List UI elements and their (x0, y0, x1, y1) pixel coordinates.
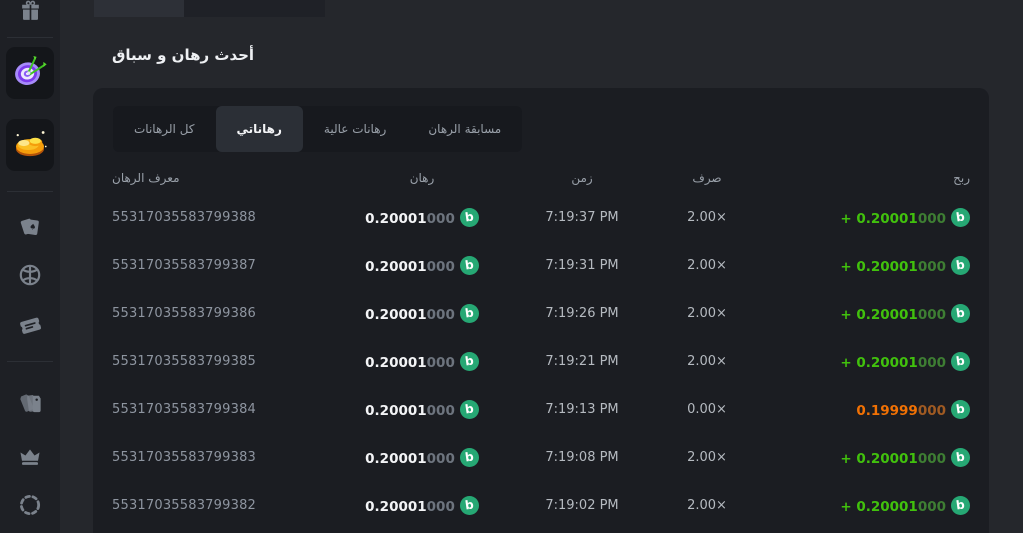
bcd-coin-icon: b (951, 208, 970, 227)
gold-coins-icon (9, 122, 51, 168)
bet-slip-icon (17, 312, 44, 339)
bet-time: 7:19:37 PM (545, 210, 618, 225)
table-row[interactable]: 55317035583799382 0.20001000 b 7:19:02 P… (93, 481, 989, 529)
bets-tab[interactable]: رهاناتي (216, 106, 303, 152)
bet-id: 55317035583799388 (112, 210, 256, 225)
sidebar-item-vip[interactable] (0, 442, 60, 470)
bets-table-body: 55317035583799388 0.20001000 b 7:19:37 P… (93, 193, 989, 529)
header-payout: صرف (692, 171, 721, 185)
bets-tab[interactable]: رهانات عالية (303, 106, 407, 152)
bets-tab[interactable]: كل الرهانات (113, 106, 216, 152)
bet-id: 55317035583799382 (112, 498, 256, 513)
sidebar-item-fairness[interactable] (0, 491, 60, 519)
bet-id: 55317035583799383 (112, 450, 256, 465)
page-title: أحدث رهان و سباق (112, 46, 254, 64)
bets-tabs: كل الرهانات رهاناتي رهانات عالية مسابقة … (113, 106, 522, 152)
bet-id: 55317035583799384 (112, 402, 256, 417)
sidebar-item-shop[interactable] (0, 388, 60, 416)
bet-profit: + 0.20001000 b (840, 448, 970, 467)
bet-amount: 0.20001000 b (365, 496, 479, 515)
bet-profit: + 0.20001000 b (840, 496, 970, 515)
sidebar-divider (7, 37, 53, 38)
bet-time: 7:19:13 PM (545, 402, 618, 417)
bcd-coin-icon: b (951, 400, 970, 419)
bcd-coin-icon: b (951, 448, 970, 467)
bcd-coin-icon: b (460, 256, 479, 275)
dart-target-icon (10, 51, 50, 95)
bet-time: 7:19:02 PM (545, 498, 618, 513)
bcd-coin-icon: b (951, 352, 970, 371)
tab-label: رهاناتي (237, 122, 282, 136)
bet-profit: + 0.20001000 b (840, 352, 970, 371)
bcd-coin-icon: b (951, 256, 970, 275)
sidebar-item-sports[interactable] (0, 261, 60, 289)
bet-payout: 2.00× (687, 306, 727, 321)
sidebar-item-coins-game[interactable] (6, 119, 54, 171)
bet-amount: 0.20001000 b (365, 208, 479, 227)
vip-crown-icon (17, 443, 43, 469)
bet-amount: 0.20001000 b (365, 352, 479, 371)
bcd-coin-icon: b (460, 400, 479, 419)
bet-amount: 0.20001000 b (365, 400, 479, 419)
tab-label: كل الرهانات (134, 122, 195, 136)
bet-time: 7:19:31 PM (545, 258, 618, 273)
sidebar (0, 0, 60, 533)
bet-profit: + 0.20001000 b (840, 208, 970, 227)
table-row[interactable]: 55317035583799388 0.20001000 b 7:19:37 P… (93, 193, 989, 241)
bcd-coin-icon: b (951, 496, 970, 515)
bcd-coin-icon: b (460, 448, 479, 467)
bet-time: 7:19:21 PM (545, 354, 618, 369)
table-row[interactable]: 55317035583799384 0.20001000 b 7:19:13 P… (93, 385, 989, 433)
bet-payout: 2.00× (687, 258, 727, 273)
sidebar-divider (7, 191, 53, 192)
bet-payout: 2.00× (687, 498, 727, 513)
bet-payout: 2.00× (687, 210, 727, 225)
fairness-circle-icon (17, 492, 43, 518)
bet-profit: + 0.20001000 b (840, 304, 970, 323)
bet-profit: 0.19999000 b (856, 400, 970, 419)
header-profit: ربح (953, 171, 970, 185)
tab-label: رهانات عالية (324, 122, 386, 136)
bet-payout: 0.00× (687, 402, 727, 417)
bet-payout: 2.00× (687, 354, 727, 369)
bcd-coin-icon: b (460, 304, 479, 323)
header-bet: رهان (410, 171, 435, 185)
top-partial-tab-active[interactable] (94, 0, 184, 17)
table-row[interactable]: 55317035583799386 0.20001000 b 7:19:26 P… (93, 289, 989, 337)
sidebar-item-bonus[interactable] (0, 0, 60, 23)
gift-icon (18, 0, 43, 23)
sidebar-divider (7, 361, 53, 362)
latest-bets-card: كل الرهانات رهاناتي رهانات عالية مسابقة … (93, 88, 989, 533)
bcd-coin-icon: b (460, 352, 479, 371)
bet-amount: 0.20001000 b (365, 256, 479, 275)
table-header: معرف الرهان رهان زمن صرف ربح (93, 165, 989, 191)
bcd-coin-icon: b (460, 496, 479, 515)
bet-amount: 0.20001000 b (365, 448, 479, 467)
bcd-coin-icon: b (951, 304, 970, 323)
table-row[interactable]: 55317035583799383 0.20001000 b 7:19:08 P… (93, 433, 989, 481)
bets-tab[interactable]: مسابقة الرهان (407, 106, 522, 152)
casino-cards-icon (17, 214, 43, 240)
bet-id: 55317035583799386 (112, 306, 256, 321)
top-partial-tab[interactable] (184, 0, 325, 17)
bet-profit: + 0.20001000 b (840, 256, 970, 275)
sidebar-item-casino[interactable] (0, 213, 60, 241)
sports-basketball-icon (17, 262, 43, 288)
shop-tags-icon (17, 389, 44, 416)
table-row[interactable]: 55317035583799387 0.20001000 b 7:19:31 P… (93, 241, 989, 289)
bet-id: 55317035583799387 (112, 258, 256, 273)
header-bet-id: معرف الرهان (112, 171, 180, 185)
bet-time: 7:19:08 PM (545, 450, 618, 465)
bcd-coin-icon: b (460, 208, 479, 227)
sidebar-item-dart-game[interactable] (6, 47, 54, 99)
header-time: زمن (571, 171, 592, 185)
bet-amount: 0.20001000 b (365, 304, 479, 323)
sidebar-item-lottery[interactable] (0, 311, 60, 339)
table-row[interactable]: 55317035583799385 0.20001000 b 7:19:21 P… (93, 337, 989, 385)
bet-id: 55317035583799385 (112, 354, 256, 369)
tab-label: مسابقة الرهان (428, 122, 501, 136)
bet-payout: 2.00× (687, 450, 727, 465)
bet-time: 7:19:26 PM (545, 306, 618, 321)
